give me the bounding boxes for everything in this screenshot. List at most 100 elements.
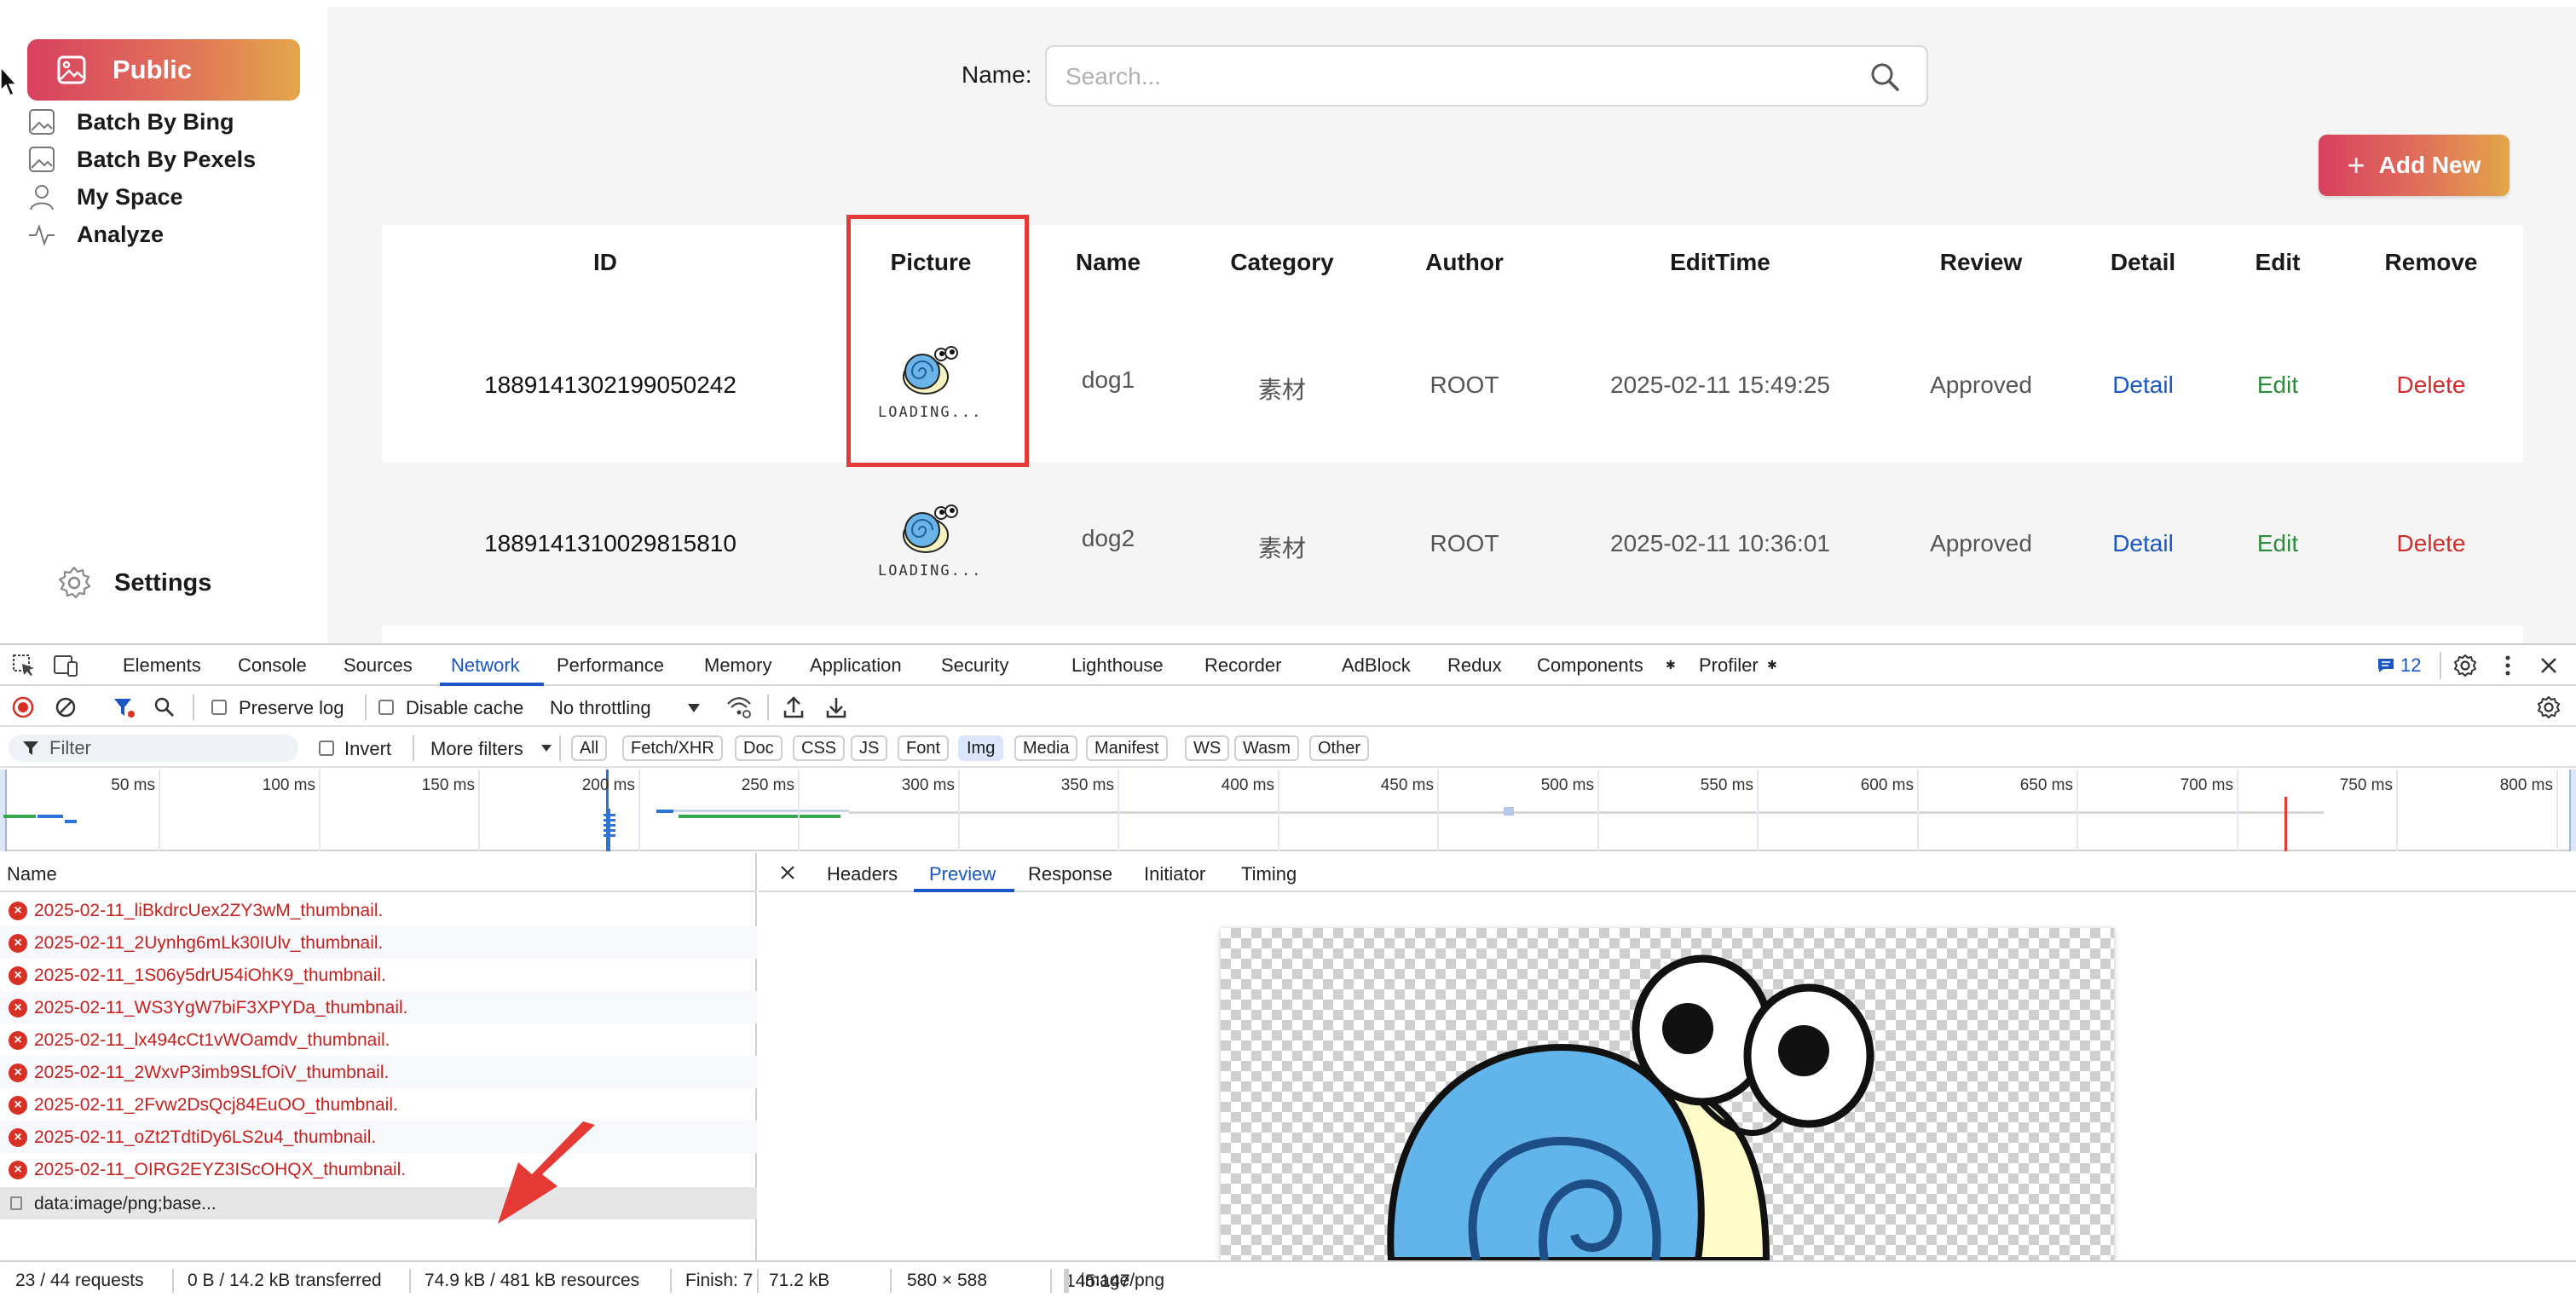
- inspect-element-icon[interactable]: [12, 654, 36, 677]
- tab-redux[interactable]: Redux: [1447, 654, 1502, 677]
- preserve-log-label: Preserve log: [239, 697, 344, 718]
- tab-response[interactable]: Response: [1028, 863, 1112, 885]
- tab-console[interactable]: Console: [238, 654, 307, 677]
- search-icon[interactable]: [153, 696, 176, 718]
- tab-timing[interactable]: Timing: [1241, 863, 1297, 885]
- clear-icon[interactable]: [55, 696, 77, 718]
- error-icon: ×: [9, 1128, 27, 1147]
- tab-application[interactable]: Application: [810, 654, 902, 677]
- tab-preview[interactable]: Preview: [929, 863, 996, 885]
- detail-link[interactable]: Detail: [2112, 530, 2174, 557]
- request-row[interactable]: × 2025-02-11_liBkdrcUex2ZY3wM_thumbnail.: [0, 894, 757, 926]
- issues-icon[interactable]: [2377, 657, 2395, 674]
- filter-icon[interactable]: [113, 696, 136, 720]
- filter-type-font[interactable]: Font: [898, 735, 950, 761]
- tab-adblock[interactable]: AdBlock: [1342, 654, 1411, 677]
- network-overview-timeline[interactable]: 50 ms 100 ms 150 ms 200 ms 250 ms 300 ms 350 m…: [0, 770, 2576, 851]
- delete-link[interactable]: Delete: [2397, 530, 2466, 557]
- image-dimensions: 580 × 588: [907, 1271, 988, 1290]
- tab-memory[interactable]: Memory: [704, 654, 771, 677]
- tab-initiator[interactable]: Initiator: [1144, 863, 1205, 885]
- device-toolbar-icon[interactable]: [53, 654, 78, 677]
- detail-link[interactable]: Detail: [2112, 372, 2174, 399]
- filter-type-media[interactable]: Media: [1014, 735, 1078, 761]
- record-stop-icon[interactable]: [12, 696, 34, 718]
- request-row[interactable]: × 2025-02-11_oZt2TdtiDy6LS2u4_thumbnail.: [0, 1121, 757, 1153]
- name-column-header[interactable]: Name: [0, 853, 757, 892]
- import-har-icon[interactable]: [783, 695, 805, 719]
- gear-icon[interactable]: [2537, 695, 2561, 719]
- search-icon[interactable]: [1868, 61, 1901, 93]
- request-row[interactable]: × 2025-02-11_1S06y5drU54iOhK9_thumbnail.: [0, 959, 757, 991]
- close-icon[interactable]: [779, 864, 796, 881]
- tab-sources[interactable]: Sources: [344, 654, 413, 677]
- tab-network[interactable]: Network: [451, 654, 520, 677]
- row-category: 素材: [1257, 377, 1307, 403]
- sidebar: Public Batch By Bing Batch By Pexels My …: [0, 0, 327, 643]
- chevron-down-icon[interactable]: [540, 744, 552, 752]
- tab-lighthouse[interactable]: Lighthouse: [1071, 654, 1164, 677]
- tab-components[interactable]: Components: [1537, 654, 1643, 677]
- picture-thumbnail[interactable]: LOADING...: [878, 491, 980, 602]
- request-row[interactable]: × 2025-02-11_2Fvw2DsQcj84EuOO_thumbnail.: [0, 1088, 757, 1121]
- gear-icon[interactable]: [2453, 654, 2477, 677]
- request-row[interactable]: × 2025-02-11_OIRG2EYZ3IScOHQX_thumbnail.: [0, 1153, 757, 1185]
- sidebar-item-my-space[interactable]: My Space: [27, 180, 183, 214]
- filter-type-doc[interactable]: Doc: [735, 735, 783, 761]
- sidebar-item-public[interactable]: Public: [27, 39, 300, 101]
- request-row[interactable]: × 2025-02-11_WS3YgW7biF3XPYDa_thumbnail.: [0, 991, 757, 1023]
- tab-profiler[interactable]: Profiler: [1699, 654, 1759, 677]
- filter-type-ws[interactable]: WS: [1185, 735, 1230, 761]
- filter-input[interactable]: [49, 738, 288, 758]
- more-options-icon[interactable]: [2501, 654, 2515, 677]
- close-icon[interactable]: [2538, 655, 2559, 676]
- filter-type-img[interactable]: Img: [958, 735, 1004, 761]
- add-new-button[interactable]: + Add New: [2319, 135, 2510, 196]
- network-conditions-icon[interactable]: [726, 696, 752, 718]
- more-filters-dropdown[interactable]: More filters: [430, 738, 523, 760]
- edit-link[interactable]: Edit: [2257, 372, 2298, 399]
- search-box[interactable]: [1045, 45, 1928, 107]
- filter-type-manifest[interactable]: Manifest: [1086, 735, 1168, 761]
- sidebar-item-analyze[interactable]: Analyze: [27, 217, 164, 251]
- tab-elements[interactable]: Elements: [123, 654, 201, 677]
- filter-type-css[interactable]: CSS: [793, 735, 846, 761]
- preserve-log-checkbox[interactable]: [211, 700, 227, 715]
- tab-performance[interactable]: Performance: [557, 654, 664, 677]
- chevron-down-icon[interactable]: [687, 703, 701, 713]
- filter-type-fetch-xhr[interactable]: Fetch/XHR: [622, 735, 723, 761]
- filter-box[interactable]: [9, 735, 298, 762]
- request-row[interactable]: × 2025-02-11_2Uynhg6mLk30IUlv_thumbnail.: [0, 926, 757, 959]
- timeline-gridline: [1437, 770, 1439, 851]
- request-row[interactable]: × 2025-02-11_lx494cCt1vWOamdv_thumbnail.: [0, 1023, 757, 1056]
- request-row[interactable]: × 2025-02-11_2WxvP3imb9SLfOiV_thumbnail.: [0, 1056, 757, 1088]
- sidebar-item-batch-by-pexels[interactable]: Batch By Pexels: [27, 142, 256, 176]
- table-row: 1889141310029815810 LOADING... dog2 素材 R…: [382, 464, 2523, 624]
- tab-headers[interactable]: Headers: [827, 863, 898, 885]
- filter-type-all[interactable]: All: [571, 735, 608, 761]
- issues-count[interactable]: 12: [2400, 654, 2421, 677]
- delete-link[interactable]: Delete: [2397, 372, 2466, 399]
- filter-type-wasm[interactable]: Wasm: [1234, 735, 1299, 761]
- timeline-right-handle-edge: [2569, 770, 2571, 851]
- request-name: 2025-02-11_1S06y5drU54iOhK9_thumbnail.: [34, 966, 386, 985]
- filter-type-other[interactable]: Other: [1309, 735, 1370, 761]
- timeline-label: 200 ms: [581, 776, 635, 794]
- asterisk-icon: ✱: [1666, 658, 1676, 672]
- sidebar-item-batch-by-bing[interactable]: Batch By Bing: [27, 105, 234, 139]
- throttling-select[interactable]: No throttling: [550, 697, 651, 719]
- invert-checkbox[interactable]: [319, 741, 334, 756]
- edit-link[interactable]: Edit: [2257, 530, 2298, 557]
- filter-type-js[interactable]: JS: [851, 735, 888, 761]
- error-icon: ×: [9, 966, 27, 985]
- disable-cache-checkbox[interactable]: [378, 700, 394, 715]
- timeline-gridline: [1278, 770, 1279, 851]
- column-header-detail: Detail: [2110, 249, 2176, 275]
- export-har-icon[interactable]: [825, 695, 847, 719]
- tab-security[interactable]: Security: [941, 654, 1008, 677]
- tab-recorder[interactable]: Recorder: [1204, 654, 1281, 677]
- sidebar-item-settings[interactable]: Settings: [56, 565, 211, 601]
- search-input[interactable]: [1066, 61, 1833, 93]
- request-row-selected[interactable]: data:image/png;base...: [0, 1187, 757, 1219]
- timeline-bar: [65, 820, 77, 823]
